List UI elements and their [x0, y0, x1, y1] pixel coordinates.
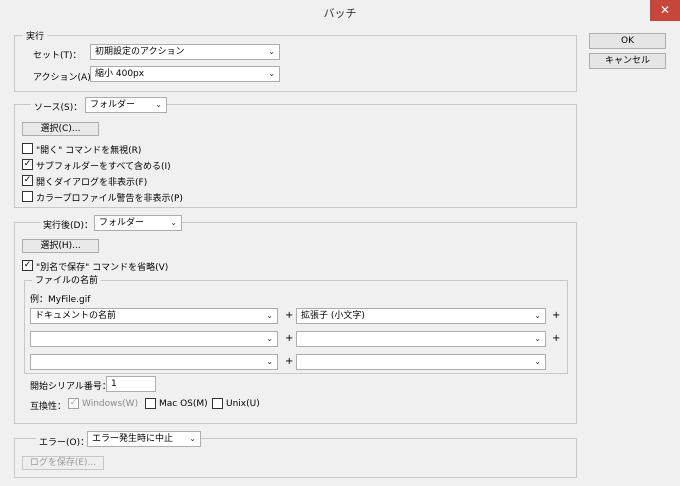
- chevron-down-icon: ⌄: [155, 100, 162, 109]
- chevron-down-icon: ⌄: [534, 334, 541, 343]
- serial-input[interactable]: 1: [106, 376, 156, 392]
- chevron-down-icon: ⌄: [268, 47, 275, 56]
- compat-unix-label: Unix(U): [226, 399, 260, 409]
- destination-value: フォルダー: [99, 218, 145, 228]
- errors-select[interactable]: エラー発生時に中止 ⌄: [87, 431, 201, 447]
- naming-field-2-left[interactable]: ⌄: [30, 331, 278, 347]
- include-subfolders-checkbox[interactable]: ✓: [22, 159, 33, 170]
- set-select[interactable]: 初期設定のアクション ⌄: [90, 44, 280, 60]
- naming-field-1-left[interactable]: ドキュメントの名前 ⌄: [30, 308, 278, 324]
- action-select[interactable]: 縮小 400px ⌄: [90, 66, 280, 82]
- compat-macos-checkbox[interactable]: [145, 398, 156, 409]
- plus-sign: +: [285, 356, 294, 367]
- chevron-down-icon: ⌄: [189, 434, 196, 443]
- ignore-open-checkbox[interactable]: [22, 143, 33, 154]
- compat-macos-label: Mac OS(M): [159, 399, 208, 409]
- plus-sign: +: [552, 310, 561, 321]
- compat-label: 互換性：: [30, 402, 67, 412]
- include-subfolders-label: サブフォルダーをすべて含める(I): [36, 162, 171, 172]
- naming-field-1-right-value: 拡張子 (小文字): [301, 311, 365, 321]
- window-title: バッチ: [323, 7, 357, 20]
- save-log-button[interactable]: ログを保存(E)...: [22, 456, 104, 470]
- file-naming-legend: ファイルの名前: [32, 273, 102, 286]
- close-icon: ✕: [659, 3, 671, 17]
- destination-select[interactable]: フォルダー ⌄: [94, 215, 182, 231]
- compat-unix-checkbox[interactable]: [212, 398, 223, 409]
- source-choose-button[interactable]: 選択(C)...: [22, 122, 99, 136]
- compat-windows-checkbox[interactable]: ✓: [68, 398, 79, 409]
- naming-field-3-right[interactable]: ⌄: [296, 354, 546, 370]
- omit-saveas-label: "別名で保存" コマンドを省略(V): [36, 263, 169, 273]
- source-value: フォルダー: [90, 100, 136, 110]
- set-label: セット(T)：: [33, 51, 82, 61]
- suppress-color-warning-checkbox[interactable]: [22, 191, 33, 202]
- cancel-button[interactable]: キャンセル: [589, 53, 666, 69]
- naming-example: 例：MyFile.gif: [30, 295, 91, 305]
- destination-choose-button[interactable]: 選択(H)...: [22, 239, 99, 253]
- suppress-open-dialog-checkbox[interactable]: ✓: [22, 175, 33, 186]
- plus-sign: +: [285, 310, 294, 321]
- compat-windows-label: Windows(W): [82, 399, 139, 409]
- errors-label: エラー(O)：: [36, 435, 93, 448]
- chevron-down-icon: ⌄: [266, 334, 273, 343]
- chevron-down-icon: ⌄: [266, 357, 273, 366]
- chevron-down-icon: ⌄: [170, 218, 177, 227]
- naming-field-2-right[interactable]: ⌄: [296, 331, 546, 347]
- source-label: ソース(S)：: [31, 100, 86, 113]
- run-legend: 実行: [23, 29, 48, 42]
- omit-saveas-checkbox[interactable]: ✓: [22, 260, 33, 271]
- plus-sign: +: [552, 333, 561, 344]
- suppress-open-dialog-label: 開くダイアログを非表示(F): [36, 178, 148, 188]
- ok-button[interactable]: OK: [589, 33, 666, 49]
- chevron-down-icon: ⌄: [534, 311, 541, 320]
- set-value: 初期設定のアクション: [95, 47, 185, 57]
- chevron-down-icon: ⌄: [266, 311, 273, 320]
- naming-field-1-right[interactable]: 拡張子 (小文字) ⌄: [296, 308, 546, 324]
- errors-value: エラー発生時に中止: [92, 434, 174, 444]
- destination-label: 実行後(D)：: [40, 218, 96, 231]
- close-button[interactable]: ✕: [650, 0, 680, 21]
- ignore-open-label: "開く" コマンドを無視(R): [36, 146, 142, 156]
- source-select[interactable]: フォルダー ⌄: [85, 97, 167, 113]
- naming-field-3-left[interactable]: ⌄: [30, 354, 278, 370]
- naming-field-1-left-value: ドキュメントの名前: [35, 311, 117, 321]
- action-value: 縮小 400px: [95, 69, 145, 79]
- serial-label: 開始シリアル番号：: [30, 382, 111, 392]
- suppress-color-warning-label: カラープロファイル警告を非表示(P): [36, 194, 183, 204]
- plus-sign: +: [285, 333, 294, 344]
- chevron-down-icon: ⌄: [268, 69, 275, 78]
- chevron-down-icon: ⌄: [534, 357, 541, 366]
